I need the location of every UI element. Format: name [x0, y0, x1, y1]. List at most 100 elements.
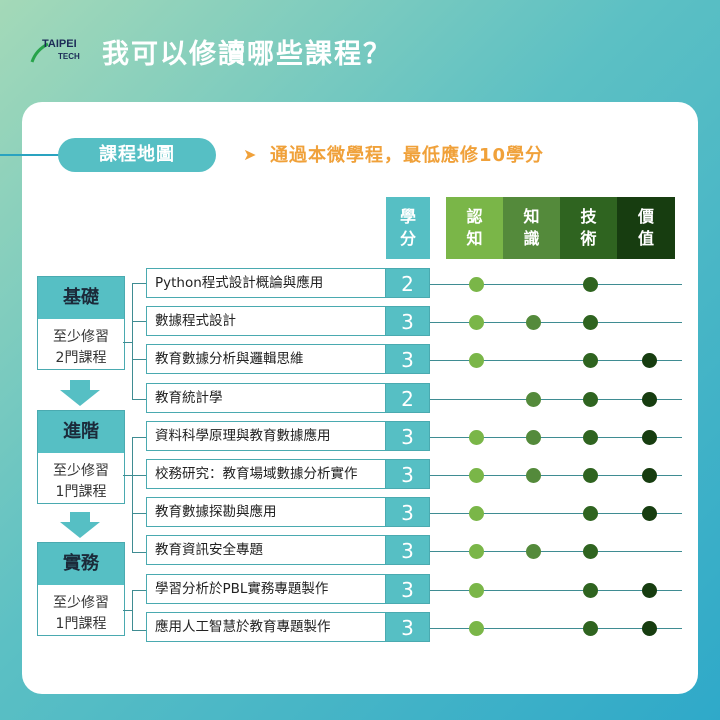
value-dot	[642, 430, 657, 445]
course-name: 校務研究：教育場域數據分析實作	[146, 459, 386, 489]
bracket-tick	[132, 359, 146, 360]
cognition-dot	[469, 583, 484, 598]
course-credits: 3	[386, 497, 430, 527]
bracket-tick	[132, 321, 146, 322]
cognition-dot	[469, 621, 484, 636]
value-dot	[642, 468, 657, 483]
level-advanced-req-line1: 至少修習	[53, 463, 109, 479]
header-value-line1: 價	[637, 207, 654, 226]
course-credits: 3	[386, 306, 430, 336]
level-advanced-name: 進階	[38, 411, 124, 453]
bracket-advanced	[132, 437, 147, 553]
level-basic-name: 基礎	[38, 277, 124, 319]
skill-dot	[583, 353, 598, 368]
skill-dot	[583, 315, 598, 330]
course-map-label: 課程地圖	[58, 138, 216, 172]
course-credits: 2	[386, 383, 430, 413]
course-credits: 3	[386, 574, 430, 604]
knowledge-dot	[526, 544, 541, 559]
level-basic: 基礎 至少修習 2門課程	[37, 276, 125, 370]
skill-dot	[583, 392, 598, 407]
header-cognition-line2: 知	[466, 229, 483, 248]
course-credits: 3	[386, 535, 430, 565]
level-practice-name: 實務	[38, 543, 124, 585]
header-credit-line1: 學	[399, 207, 416, 226]
bracket-tick	[132, 475, 146, 476]
bracket-connector	[123, 610, 132, 611]
header-skill: 技 術	[560, 197, 617, 259]
knowledge-dot	[526, 468, 541, 483]
skill-dot	[583, 621, 598, 636]
header-knowledge-line1: 知	[523, 207, 540, 226]
course-name: 教育資訊安全專題	[146, 535, 386, 565]
map-connector-line	[0, 154, 64, 156]
header-skill-line1: 技	[580, 207, 597, 226]
down-arrow-icon	[60, 512, 100, 538]
course-track-line	[430, 551, 682, 552]
level-basic-req-line1: 至少修習	[53, 329, 109, 345]
value-dot	[642, 353, 657, 368]
logo-text-taipei: TAIPEI	[42, 38, 77, 50]
level-advanced-requirement: 至少修習 1門課程	[38, 453, 124, 503]
taipei-tech-logo: TAIPEI TECH	[30, 38, 82, 68]
note-arrow-icon: ➤	[243, 145, 257, 164]
header-value-line2: 值	[637, 229, 654, 248]
cognition-dot	[469, 468, 484, 483]
bracket-connector	[123, 475, 132, 476]
value-dot	[642, 583, 657, 598]
cognition-dot	[469, 544, 484, 559]
course-name: 數據程式設計	[146, 306, 386, 336]
cognition-dot	[469, 315, 484, 330]
skill-dot	[583, 430, 598, 445]
level-practice-req-line2: 1門課程	[55, 616, 107, 632]
course-name: Python程式設計概論與應用	[146, 268, 386, 298]
skill-dot	[583, 277, 598, 292]
header-knowledge-line2: 識	[523, 229, 540, 248]
level-practice: 實務 至少修習 1門課程	[37, 542, 125, 636]
level-practice-req-line1: 至少修習	[53, 595, 109, 611]
course-track-line	[430, 322, 682, 323]
cognition-dot	[469, 353, 484, 368]
skill-dot	[583, 544, 598, 559]
bracket-tick	[132, 513, 146, 514]
course-credits: 3	[386, 459, 430, 489]
course-name: 應用人工智慧於教育專題製作	[146, 612, 386, 642]
cognition-dot	[469, 506, 484, 521]
skill-dot	[583, 468, 598, 483]
course-credits: 2	[386, 268, 430, 298]
page-title: 我可以修讀哪些課程？	[102, 39, 392, 70]
level-advanced-req-line2: 1門課程	[55, 484, 107, 500]
down-arrow-icon	[60, 380, 100, 406]
level-basic-requirement: 至少修習 2門課程	[38, 319, 124, 369]
knowledge-dot	[526, 315, 541, 330]
value-dot	[642, 621, 657, 636]
header-cognition-line1: 認	[466, 207, 483, 226]
header-knowledge: 知 識	[503, 197, 560, 259]
bracket-practice	[132, 590, 147, 631]
header-cognition: 認 知	[446, 197, 503, 259]
skill-dot	[583, 583, 598, 598]
course-credits: 3	[386, 421, 430, 451]
value-dot	[642, 392, 657, 407]
level-advanced: 進階 至少修習 1門課程	[37, 410, 125, 504]
bracket-basic	[132, 283, 147, 400]
course-name: 教育數據探勘與應用	[146, 497, 386, 527]
level-practice-requirement: 至少修習 1門課程	[38, 585, 124, 635]
level-basic-req-line2: 2門課程	[55, 350, 107, 366]
knowledge-dot	[526, 392, 541, 407]
course-name: 教育統計學	[146, 383, 386, 413]
header-credit-line2: 分	[399, 229, 416, 248]
cognition-dot	[469, 277, 484, 292]
course-name: 教育數據分析與邏輯思維	[146, 344, 386, 374]
header-skill-line2: 術	[580, 229, 597, 248]
logo-text-tech: TECH	[58, 52, 80, 61]
course-credits: 3	[386, 344, 430, 374]
header-credit: 學 分	[386, 197, 430, 259]
course-track-line	[430, 284, 682, 285]
bracket-connector	[123, 342, 132, 343]
value-dot	[642, 506, 657, 521]
cognition-dot	[469, 430, 484, 445]
course-name: 學習分析於PBL實務專題製作	[146, 574, 386, 604]
course-name: 資料科學原理與教育數據應用	[146, 421, 386, 451]
course-credits: 3	[386, 612, 430, 642]
